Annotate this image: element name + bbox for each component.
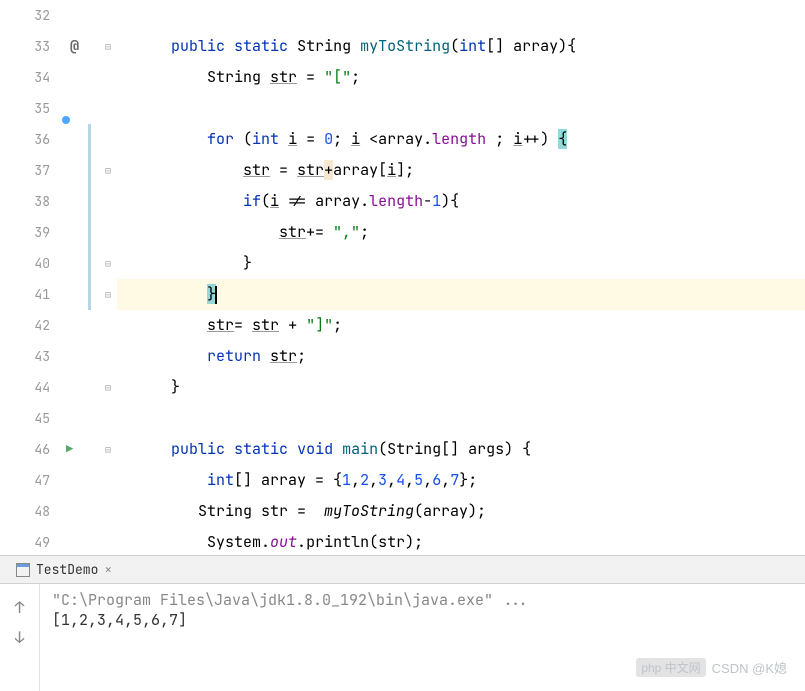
code-line: if(i != array.length-1){ xyxy=(117,186,805,217)
gutter-icon-strip: @ ⊟ ⊟ ⊟ ⊟ ⊟ ▶ ⊟ xyxy=(62,0,117,555)
text-cursor xyxy=(215,286,217,304)
code-line xyxy=(117,93,805,124)
code-line: return str; xyxy=(117,341,805,372)
line-number[interactable]: 43 xyxy=(0,341,62,372)
code-line: String str = myToString(array); xyxy=(117,496,805,527)
line-number[interactable]: 41 xyxy=(0,279,62,310)
line-number[interactable]: 38 xyxy=(0,186,62,217)
fold-end-icon[interactable]: ⊟ xyxy=(105,248,111,279)
line-number[interactable]: 45 xyxy=(0,403,62,434)
watermark-logo: php 中文网 xyxy=(636,658,705,677)
code-line: str+= ","; xyxy=(117,217,805,248)
fold-start-icon[interactable]: ⊟ xyxy=(105,155,111,186)
run-config-icon xyxy=(16,563,30,577)
code-line: System.out.println(str); xyxy=(117,527,805,558)
console-command-line: "C:\Program Files\Java\jdk1.8.0_192\bin\… xyxy=(52,590,793,610)
console-toolbar: ↑ ↓ xyxy=(0,584,40,691)
code-line: public static void main(String[] args) { xyxy=(117,434,805,465)
fold-start-icon[interactable]: ⊟ xyxy=(105,434,111,465)
code-line xyxy=(117,403,805,434)
code-line: public static String myToString(int[] ar… xyxy=(117,31,805,62)
code-line: str= str + "]"; xyxy=(117,310,805,341)
line-number[interactable]: 39 xyxy=(0,217,62,248)
line-number[interactable]: 36 xyxy=(0,124,62,155)
override-annotation-icon[interactable]: @ xyxy=(70,31,79,62)
run-tab-label[interactable]: TestDemo xyxy=(36,561,98,578)
line-number[interactable]: 42 xyxy=(0,310,62,341)
line-number[interactable]: 49 xyxy=(0,527,62,558)
scroll-down-icon[interactable]: ↓ xyxy=(0,622,39,652)
console-result-line: [1,2,3,4,5,6,7] xyxy=(52,610,793,630)
code-line: str = str+array[i]; xyxy=(117,155,805,186)
fold-start-icon[interactable]: ⊟ xyxy=(105,31,111,62)
line-number[interactable]: 40 xyxy=(0,248,62,279)
line-number[interactable]: 46 xyxy=(0,434,62,465)
fold-end-icon[interactable]: ⊟ xyxy=(105,279,111,310)
editor-area: 32 33 34 35 36 37 38 39 40 41 42 43 44 4… xyxy=(0,0,805,555)
code-line xyxy=(117,0,805,31)
code-line: String str = "["; xyxy=(117,62,805,93)
run-tab-bar: TestDemo × xyxy=(0,556,805,584)
line-number[interactable]: 33 xyxy=(0,31,62,62)
fold-end-icon[interactable]: ⊟ xyxy=(105,372,111,403)
code-line: } xyxy=(117,248,805,279)
line-number[interactable]: 35 xyxy=(0,93,62,124)
close-tab-icon[interactable]: × xyxy=(104,561,112,578)
run-gutter-icon[interactable]: ▶ xyxy=(66,434,73,465)
watermark: php 中文网 CSDN @K媳 xyxy=(636,658,787,677)
code-line: int[] array = {1,2,3,4,5,6,7}; xyxy=(117,465,805,496)
line-number[interactable]: 44 xyxy=(0,372,62,403)
code-line: for (int i = 0; i <array.length ; i++) { xyxy=(117,124,805,155)
code-editor[interactable]: public static String myToString(int[] ar… xyxy=(117,0,805,555)
line-number[interactable]: 47 xyxy=(0,465,62,496)
code-line: } xyxy=(117,372,805,403)
line-number[interactable]: 34 xyxy=(0,62,62,93)
watermark-text: CSDN @K媳 xyxy=(712,658,787,677)
line-number[interactable]: 37 xyxy=(0,155,62,186)
line-number[interactable]: 48 xyxy=(0,496,62,527)
line-number[interactable]: 32 xyxy=(0,0,62,31)
scroll-up-icon[interactable]: ↑ xyxy=(0,592,39,622)
line-number-gutter: 32 33 34 35 36 37 38 39 40 41 42 43 44 4… xyxy=(0,0,62,555)
code-line-current: } xyxy=(117,279,805,310)
